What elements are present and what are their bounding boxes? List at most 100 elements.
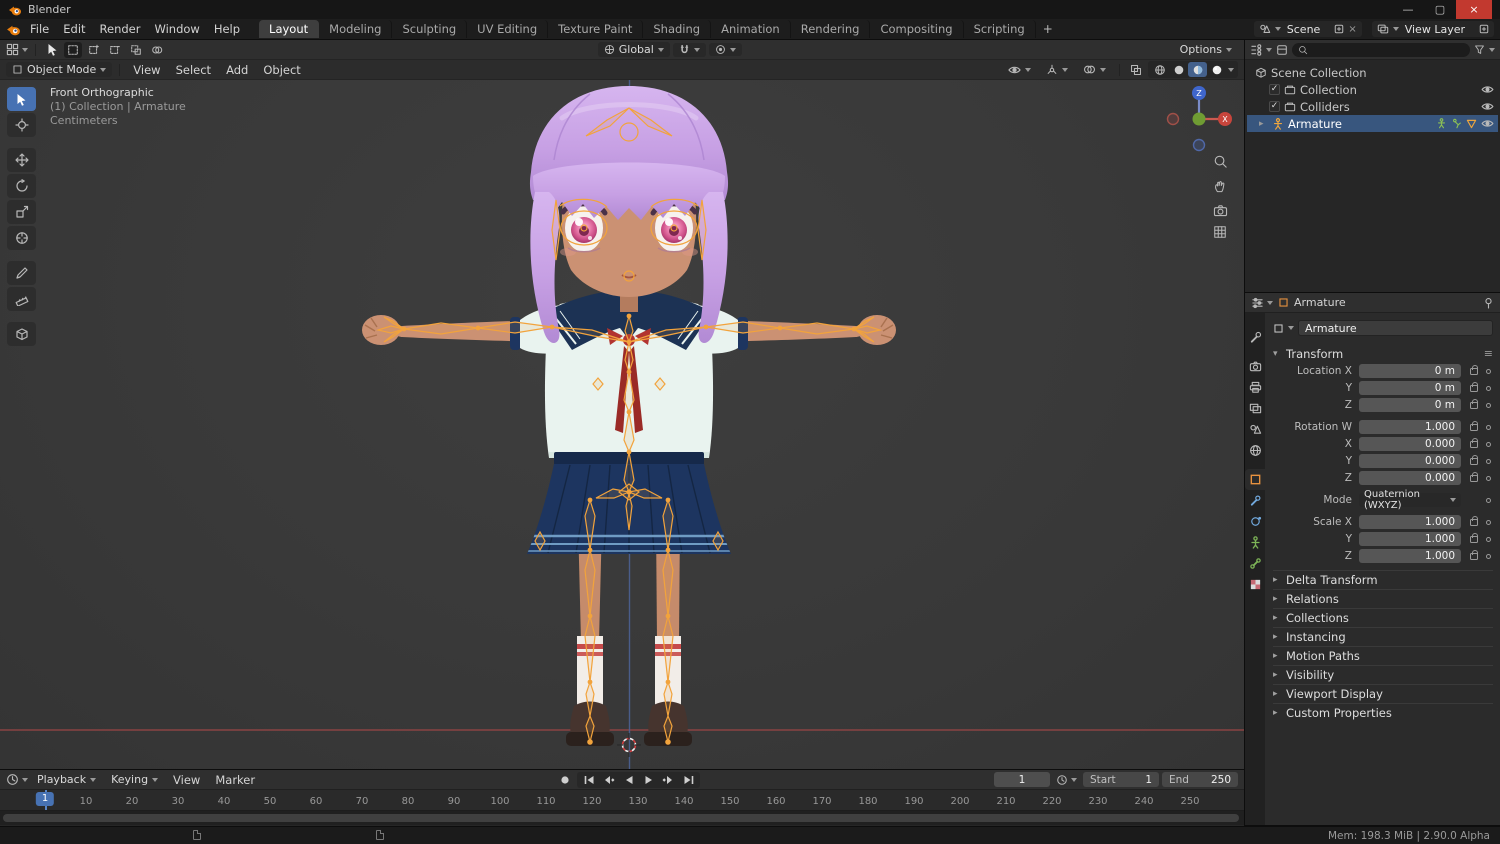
gizmos-dropdown[interactable] xyxy=(1040,63,1074,77)
new-view-layer-icon[interactable] xyxy=(1479,24,1489,34)
prev-keyframe-button[interactable] xyxy=(599,773,618,787)
use-preview-range-button[interactable] xyxy=(1056,774,1078,786)
shading-material-button[interactable] xyxy=(1188,62,1207,77)
keying-menu[interactable]: Keying xyxy=(105,772,164,787)
tab-constraints[interactable] xyxy=(1245,490,1265,511)
outliner-row-colliders[interactable]: ✓ Colliders xyxy=(1247,98,1498,115)
tab-rendering[interactable]: Rendering xyxy=(791,20,871,38)
tool-annotate[interactable] xyxy=(7,261,36,285)
animate-dot-icon[interactable] xyxy=(1486,368,1491,374)
lock-icon[interactable] xyxy=(1470,549,1478,560)
outliner-editor-type-button[interactable] xyxy=(1250,43,1272,56)
display-mode-icon[interactable] xyxy=(1276,44,1288,56)
menu-help[interactable]: Help xyxy=(207,21,247,37)
eye-icon[interactable] xyxy=(1481,119,1494,128)
animate-dot-icon[interactable] xyxy=(1486,519,1491,525)
menu-view[interactable]: View xyxy=(127,62,166,78)
lock-icon[interactable] xyxy=(1470,471,1478,482)
tool-measure[interactable] xyxy=(7,287,36,311)
menu-window[interactable]: Window xyxy=(147,21,206,37)
axis-y-ball[interactable] xyxy=(1192,112,1206,126)
pin-icon[interactable] xyxy=(1483,297,1494,309)
animate-dot-icon[interactable] xyxy=(1486,458,1491,464)
tab-texture-paint[interactable]: Texture Paint xyxy=(548,20,644,38)
mode-dropdown[interactable]: Object Mode xyxy=(6,62,113,77)
shading-wireframe-button[interactable] xyxy=(1150,62,1169,77)
lock-icon[interactable] xyxy=(1470,532,1478,543)
axis-neg-z-ball[interactable] xyxy=(1192,138,1206,152)
blender-menu-icon[interactable] xyxy=(6,23,21,36)
playhead-frame-badge[interactable]: 1 xyxy=(35,792,55,806)
expand-caret-icon[interactable]: ▸ xyxy=(1259,119,1268,129)
lock-icon[interactable] xyxy=(1470,515,1478,526)
close-button[interactable]: × xyxy=(1456,0,1492,19)
colliders-checkbox[interactable]: ✓ xyxy=(1269,101,1280,112)
lock-icon[interactable] xyxy=(1470,398,1478,409)
menu-object[interactable]: Object xyxy=(257,62,306,78)
lock-icon[interactable] xyxy=(1470,437,1478,448)
outliner-row-armature[interactable]: ▸ Armature xyxy=(1247,115,1498,132)
select-mode-subtract-button[interactable] xyxy=(106,42,124,58)
outliner-row-collection[interactable]: ✓ Collection xyxy=(1247,81,1498,98)
next-keyframe-button[interactable] xyxy=(659,773,678,787)
active-tool-select-box-icon[interactable] xyxy=(43,42,61,58)
outliner-search-input[interactable] xyxy=(1292,42,1470,57)
lock-icon[interactable] xyxy=(1470,454,1478,465)
scene-selector[interactable]: Scene × xyxy=(1253,21,1362,37)
panel-viewport-display[interactable]: ▸ Viewport Display xyxy=(1273,684,1493,703)
object-name-field[interactable]: Armature xyxy=(1298,320,1493,336)
panel-visibility[interactable]: ▸ Visibility xyxy=(1273,665,1493,684)
animate-dot-icon[interactable] xyxy=(1486,385,1491,391)
panel-relations[interactable]: ▸ Relations xyxy=(1273,589,1493,608)
xray-toggle[interactable] xyxy=(1127,62,1145,78)
add-workspace-button[interactable]: + xyxy=(1036,21,1060,37)
view-layer-selector[interactable]: View Layer xyxy=(1371,21,1494,37)
select-mode-invert-button[interactable] xyxy=(127,42,145,58)
panel-instancing[interactable]: ▸ Instancing xyxy=(1273,627,1493,646)
scale-x-field[interactable]: 1.000 xyxy=(1359,515,1461,529)
ortho-toggle-control[interactable] xyxy=(1209,222,1231,242)
tab-view-layer[interactable] xyxy=(1245,398,1265,419)
tool-rotate[interactable] xyxy=(7,174,36,198)
current-frame-field[interactable]: 1 xyxy=(994,772,1051,787)
tab-object[interactable] xyxy=(1245,469,1265,490)
panel-delta-transform[interactable]: ▸ Delta Transform xyxy=(1273,570,1493,589)
object-visibility-dropdown[interactable] xyxy=(1002,64,1037,76)
lock-icon[interactable] xyxy=(1470,420,1478,431)
eye-icon[interactable] xyxy=(1481,102,1494,111)
tab-scripting[interactable]: Scripting xyxy=(964,20,1036,38)
proportional-edit-dropdown[interactable] xyxy=(708,43,742,56)
timeline-scrollbar[interactable] xyxy=(3,814,1239,822)
scale-z-field[interactable]: 1.000 xyxy=(1359,549,1461,563)
eye-icon[interactable] xyxy=(1481,85,1494,94)
tab-object-data[interactable] xyxy=(1245,532,1265,553)
tool-select-box[interactable] xyxy=(7,87,36,111)
menu-add[interactable]: Add xyxy=(220,62,254,78)
shading-rendered-button[interactable] xyxy=(1207,62,1226,77)
timeline-editor-type-button[interactable] xyxy=(6,773,28,786)
tab-bone[interactable] xyxy=(1245,553,1265,574)
tab-shading[interactable]: Shading xyxy=(643,20,712,38)
tab-scene[interactable] xyxy=(1245,419,1265,440)
tool-cursor[interactable] xyxy=(7,113,36,137)
tab-world[interactable] xyxy=(1245,440,1265,461)
tool-scale[interactable] xyxy=(7,200,36,224)
transform-orientation-dropdown[interactable]: Global xyxy=(597,42,670,57)
filter-dropdown-caret[interactable] xyxy=(1489,47,1495,52)
timeline-marker-menu[interactable]: Marker xyxy=(209,772,261,788)
animate-dot-icon[interactable] xyxy=(1486,424,1491,430)
nav-gizmo[interactable]: Z X xyxy=(1164,84,1234,154)
animate-dot-icon[interactable] xyxy=(1486,441,1491,447)
tab-output[interactable] xyxy=(1245,377,1265,398)
transform-panel-header[interactable]: ▾ Transform ≡ xyxy=(1273,344,1493,363)
panel-motion-paths[interactable]: ▸ Motion Paths xyxy=(1273,646,1493,665)
end-frame-field[interactable]: End 250 xyxy=(1162,772,1239,787)
scale-y-field[interactable]: 1.000 xyxy=(1359,532,1461,546)
new-scene-icon[interactable] xyxy=(1334,24,1344,34)
menu-select[interactable]: Select xyxy=(170,62,217,78)
animate-dot-icon[interactable] xyxy=(1486,497,1491,503)
tab-render[interactable] xyxy=(1245,356,1265,377)
tab-layout[interactable]: Layout xyxy=(259,20,320,38)
tab-uv-editing[interactable]: UV Editing xyxy=(467,20,549,38)
rotation-y-field[interactable]: 0.000 xyxy=(1359,454,1461,468)
